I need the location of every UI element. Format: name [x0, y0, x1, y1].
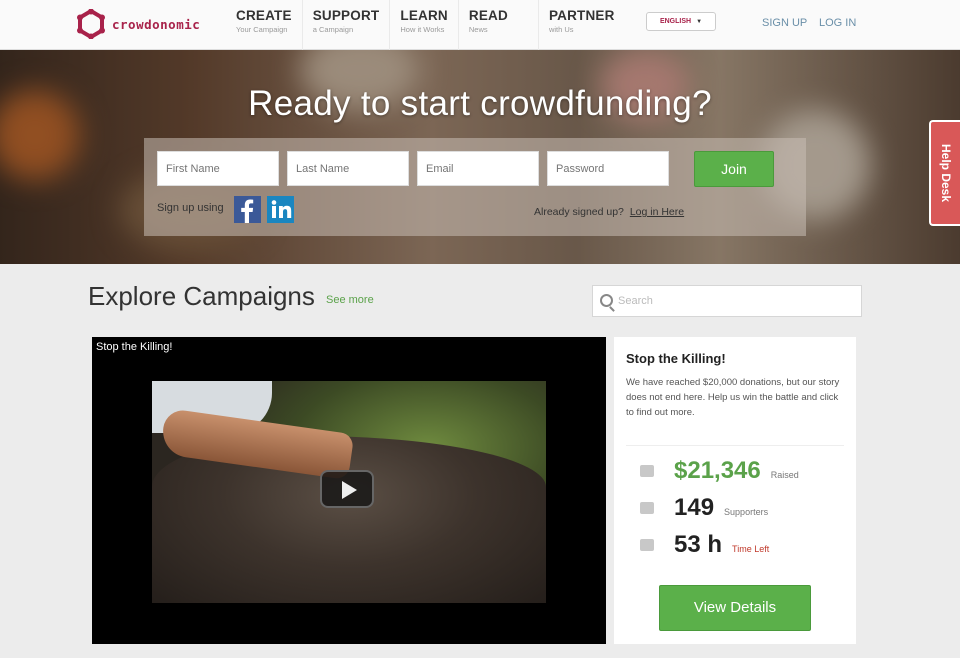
logo[interactable]: crowdonomic: [76, 8, 201, 40]
nav-create[interactable]: CREATE Your Campaign: [226, 0, 302, 50]
calendar-icon: [640, 539, 654, 551]
nav-learn-title: LEARN: [400, 8, 448, 23]
signup-using-label: Sign up using: [157, 202, 224, 214]
nav-read-title: READ: [468, 8, 508, 23]
password-input[interactable]: [547, 151, 669, 186]
first-name-input[interactable]: [157, 151, 279, 186]
signup-form: Join Sign up using Already signed up? Lo…: [144, 138, 806, 236]
supporters-label: Supporters: [724, 507, 769, 517]
person-icon: [640, 502, 654, 514]
language-select[interactable]: ENGLISH ▼: [646, 12, 716, 31]
time-label: Time Left: [732, 544, 770, 554]
divider: [626, 445, 844, 446]
campaign-title: Stop the Killing!: [626, 351, 726, 366]
see-more-link[interactable]: See more: [326, 294, 374, 306]
raised-label: Raised: [770, 470, 799, 480]
nav-support-title: SUPPORT: [312, 8, 380, 23]
main-nav: CREATE Your Campaign SUPPORT a Campaign …: [226, 0, 625, 50]
stat-time-left: 53 h Time Left: [626, 531, 769, 559]
facebook-icon[interactable]: [234, 196, 261, 223]
nav-read[interactable]: READ News: [457, 0, 538, 50]
explore-title: Explore Campaigns: [88, 281, 315, 311]
help-desk-tab[interactable]: Help Desk: [929, 120, 960, 226]
nav-create-title: CREATE: [236, 8, 292, 23]
logo-text: crowdonomic: [112, 16, 201, 32]
video-frame: [152, 381, 546, 603]
stat-raised: $21,346 Raised: [626, 457, 799, 485]
time-value: 53 h: [674, 531, 723, 558]
nav-learn[interactable]: LEARN How it Works: [389, 0, 458, 50]
login-link[interactable]: LOG IN: [819, 17, 856, 29]
campaign-card: Stop the Killing! We have reached $20,00…: [614, 337, 856, 644]
nav-support[interactable]: SUPPORT a Campaign: [301, 0, 390, 50]
video-title: Stop the Killing!: [96, 341, 173, 353]
already-signed-up: Already signed up? Log in Here: [534, 206, 684, 218]
language-label: ENGLISH: [659, 18, 692, 25]
view-details-button[interactable]: View Details: [659, 585, 811, 631]
last-name-input[interactable]: [287, 151, 409, 186]
nav-support-sub: a Campaign: [312, 25, 354, 34]
search-icon: [600, 294, 613, 307]
help-desk-label: Help Desk: [938, 143, 953, 203]
nav-partner-title: PARTNER: [548, 8, 615, 23]
raised-value: $21,346: [674, 457, 761, 484]
nav-partner-sub: with Us: [548, 25, 574, 34]
hero-banner: Ready to start crowdfunding? Join Sign u…: [0, 50, 960, 264]
nav-create-sub: Your Campaign: [236, 25, 288, 34]
stat-supporters: 149 Supporters: [626, 494, 768, 522]
email-input[interactable]: [417, 151, 539, 186]
hero-title: Ready to start crowdfunding?: [248, 84, 712, 123]
login-here-link[interactable]: Log in Here: [630, 206, 684, 218]
chevron-down-icon: ▼: [696, 18, 703, 25]
campaign-video[interactable]: Stop the Killing!: [92, 337, 606, 644]
nav-read-sub: News: [468, 25, 488, 34]
join-button[interactable]: Join: [694, 151, 774, 187]
nav-learn-sub: How it Works: [400, 25, 445, 34]
campaign-description: We have reached $20,000 donations, but o…: [626, 377, 840, 418]
logo-icon: [76, 8, 106, 40]
nav-partner[interactable]: PARTNER with Us: [537, 0, 625, 50]
piggy-bank-icon: [640, 465, 654, 477]
play-icon[interactable]: [320, 470, 374, 508]
linkedin-icon[interactable]: [267, 196, 294, 223]
signup-link[interactable]: SIGN UP: [762, 17, 807, 29]
supporters-value: 149: [674, 494, 715, 521]
search-input[interactable]: Search: [618, 295, 653, 307]
already-text: Already signed up?: [534, 206, 624, 218]
search-box[interactable]: Search: [592, 285, 862, 317]
top-header: crowdonomic CREATE Your Campaign SUPPORT…: [0, 0, 960, 50]
